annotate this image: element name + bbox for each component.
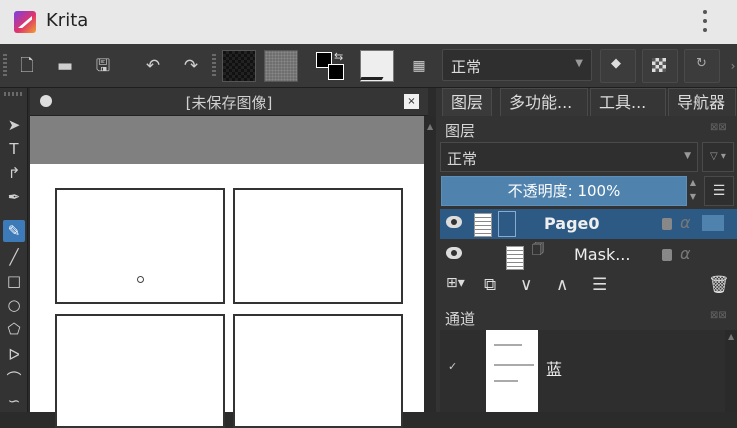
layer-properties-button[interactable]: ☰ bbox=[704, 176, 734, 206]
new-document-icon[interactable]: 🗋 bbox=[14, 54, 40, 78]
add-layer-icon[interactable]: ⊞▾ bbox=[446, 275, 465, 291]
tab-layers[interactable]: 图层 bbox=[442, 88, 493, 116]
toolbox: ➤ T ↱ ✒ ✎ ╱ □ ○ ⬠ ᐅ ⌒ ∽ bbox=[0, 88, 28, 412]
alpha-lock-icon bbox=[652, 58, 666, 72]
workspace-icon[interactable]: ▦ bbox=[406, 54, 432, 78]
delete-layer-icon[interactable]: 🗑 bbox=[708, 275, 730, 295]
polygon-icon[interactable]: ⬠ bbox=[3, 318, 25, 340]
document-tab-bar: [未保存图像] × bbox=[30, 88, 428, 116]
eye-icon[interactable] bbox=[446, 247, 462, 259]
reload-icon: ↻ bbox=[696, 56, 707, 71]
pattern-swatch[interactable] bbox=[264, 50, 298, 82]
comic-panel bbox=[233, 314, 403, 428]
calligraphy-icon[interactable]: ✒ bbox=[3, 186, 25, 208]
mask-icon: 🗍 bbox=[532, 242, 544, 256]
panel-float-close-icon[interactable]: ⊠⊠ bbox=[710, 310, 727, 321]
layer-opacity-slider[interactable]: 不透明度: 100% bbox=[441, 176, 687, 206]
comic-panel bbox=[233, 188, 403, 304]
title-bar: Krita bbox=[0, 0, 737, 44]
mask-thumbnail bbox=[506, 246, 524, 270]
layer-settings-icon[interactable]: ☰ bbox=[592, 275, 607, 295]
app-title: Krita bbox=[46, 10, 89, 31]
toolbar-grip[interactable] bbox=[3, 54, 7, 78]
layer-row[interactable]: 🗍 Mask... α bbox=[440, 240, 737, 270]
toolbox-grip[interactable] bbox=[4, 92, 24, 96]
document-title[interactable]: [未保存图像] bbox=[30, 92, 428, 113]
channel-name: 蓝 bbox=[546, 360, 563, 379]
eraser-icon: ◆ bbox=[611, 56, 621, 71]
tab-navigator[interactable]: 导航器 bbox=[668, 88, 736, 116]
lock-icon[interactable] bbox=[662, 218, 672, 230]
bezier-icon[interactable]: ⌒ bbox=[3, 368, 25, 390]
layer-blend-mode-select[interactable]: 正常 ▼ bbox=[440, 142, 698, 172]
paint-layer-icon bbox=[498, 211, 516, 237]
layer-filter-button[interactable]: ▽ ▾ bbox=[702, 142, 734, 172]
eye-icon[interactable] bbox=[446, 216, 462, 228]
layer-name: Page0 bbox=[544, 214, 600, 233]
fg-bg-color-icon[interactable]: ⇆ bbox=[314, 50, 346, 82]
layer-name: Mask... bbox=[574, 245, 631, 264]
move-layer-down-icon[interactable]: ∨ bbox=[520, 275, 532, 295]
channels-panel-title: 通道 bbox=[445, 310, 476, 328]
comic-panel bbox=[55, 314, 225, 428]
channel-thumbnail bbox=[486, 330, 538, 412]
move-layer-up-icon[interactable]: ∧ bbox=[556, 275, 568, 295]
channel-row[interactable]: ✓ bbox=[440, 330, 737, 412]
alpha-icon[interactable]: α bbox=[680, 213, 691, 232]
lock-icon[interactable] bbox=[662, 249, 672, 261]
select-shapes-icon[interactable]: ➤ bbox=[3, 114, 25, 136]
layer-blend-mode-value: 正常 bbox=[447, 150, 478, 168]
canvas-page[interactable] bbox=[30, 164, 424, 428]
freehand-path-icon[interactable]: ∽ bbox=[3, 390, 25, 412]
panel-float-close-icon[interactable]: ⊠⊠ bbox=[710, 122, 727, 133]
duplicate-layer-icon[interactable]: ⧉ bbox=[484, 275, 496, 295]
edit-shapes-icon[interactable]: ↱ bbox=[3, 162, 25, 184]
krita-logo-icon bbox=[14, 11, 36, 33]
eraser-button[interactable]: ◆ bbox=[600, 49, 636, 83]
checkmark-icon[interactable]: ✓ bbox=[448, 360, 457, 373]
alpha-icon[interactable]: α bbox=[680, 244, 691, 263]
layer-actions-bar: ⊞▾ ⧉ ∨ ∧ ☰ 🗑 bbox=[440, 272, 737, 302]
polyline-icon[interactable]: ᐅ bbox=[3, 344, 25, 366]
tab-tools[interactable]: 工具... bbox=[590, 88, 666, 116]
chevron-down-icon: ▼ bbox=[684, 151, 691, 161]
layer-row[interactable]: Page0 α bbox=[440, 209, 737, 239]
more-options-icon[interactable] bbox=[700, 10, 710, 34]
text-icon[interactable]: T bbox=[3, 138, 25, 160]
open-folder-icon[interactable]: ▬ bbox=[52, 54, 78, 78]
layer-thumbnail bbox=[474, 213, 492, 237]
close-document-button[interactable]: × bbox=[404, 94, 419, 109]
brush-cursor-icon bbox=[137, 276, 144, 283]
toolbar-grip[interactable] bbox=[212, 54, 216, 78]
comic-panel bbox=[55, 188, 225, 304]
toolbar-overflow-icon[interactable]: › bbox=[720, 54, 737, 78]
tab-multifunction[interactable]: 多功能... bbox=[500, 88, 588, 116]
redo-icon[interactable]: ↷ bbox=[178, 54, 204, 78]
gradient-swatch[interactable] bbox=[222, 50, 256, 82]
layers-panel-title: 图层 bbox=[445, 122, 476, 140]
reload-preset-button[interactable]: ↻ bbox=[684, 49, 720, 83]
rectangle-icon[interactable]: □ bbox=[3, 270, 25, 292]
inherit-alpha-icon[interactable] bbox=[702, 215, 724, 231]
opacity-spin-icon[interactable]: ▲ ▼ bbox=[688, 176, 698, 206]
chevron-down-icon: ▼ bbox=[575, 58, 583, 69]
blend-mode-select[interactable]: 正常 ▼ bbox=[442, 49, 592, 81]
canvas-vertical-scrollbar[interactable]: ▲ bbox=[424, 116, 436, 412]
undo-icon[interactable]: ↶ bbox=[140, 54, 166, 78]
channels-scrollbar[interactable]: ▲ bbox=[725, 330, 737, 412]
line-icon[interactable]: ╱ bbox=[3, 246, 25, 268]
blend-mode-value: 正常 bbox=[451, 58, 482, 76]
ellipse-icon[interactable]: ○ bbox=[3, 294, 25, 316]
brush-preset-icon[interactable] bbox=[359, 50, 397, 82]
freehand-brush-icon[interactable]: ✎ bbox=[3, 220, 25, 242]
save-icon[interactable]: 🖫 bbox=[90, 54, 116, 78]
main-toolbar: 🗋 ▬ 🖫 ↶ ↷ ⇆ ▦ 正常 ▼ ◆ ↻ › bbox=[0, 44, 737, 88]
alpha-lock-button[interactable] bbox=[642, 49, 678, 83]
